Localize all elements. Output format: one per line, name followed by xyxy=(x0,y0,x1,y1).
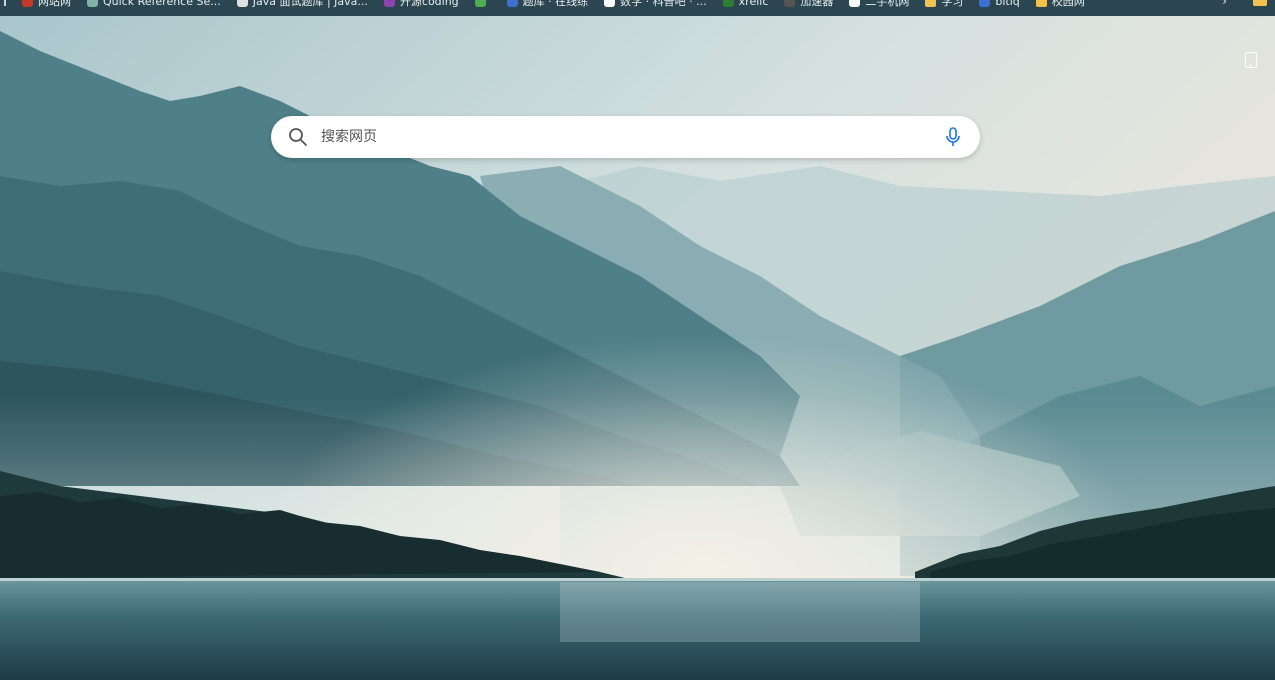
bookmark-item[interactable]: 二手机网 xyxy=(849,0,909,9)
bookmark-label: 网站网 xyxy=(38,0,71,8)
bookmark-item[interactable]: bitiq xyxy=(979,0,1020,9)
bookmark-item[interactable]: Quick Reference Se... xyxy=(87,0,221,9)
bookmark-item[interactable]: xrelic xyxy=(722,0,769,9)
bookmark-list: 网站网 Quick Reference Se... Java 面试题库 | Java… xyxy=(0,0,1085,9)
search-input[interactable] xyxy=(321,116,921,158)
folder-icon xyxy=(1035,0,1047,7)
bookmark-item[interactable]: 网站网 xyxy=(22,0,71,9)
bookmark-label: 开源coding xyxy=(399,0,459,8)
bookmark-icon xyxy=(236,0,248,7)
bookmark-icon xyxy=(784,0,796,7)
bookmark-item[interactable]: 学习 xyxy=(925,0,963,9)
bookmark-label: Quick Reference Se... xyxy=(103,0,221,8)
bookmark-item[interactable]: 加速器 xyxy=(784,0,833,9)
folder-icon xyxy=(925,0,937,7)
bookmark-icon xyxy=(604,0,616,7)
bookmark-icon xyxy=(979,0,991,7)
bookmark-label: 数学 · 科普吧 · ... xyxy=(620,0,707,8)
bookmark-item[interactable]: 开源coding xyxy=(383,0,459,9)
bookmark-icon xyxy=(87,0,98,7)
bookmark-icon xyxy=(383,0,395,7)
bookmark-item[interactable]: Java 面试题库 | Java... xyxy=(236,0,368,9)
bookmark-item[interactable]: 数学 · 科普吧 · ... xyxy=(604,0,707,9)
mobile-device-icon[interactable] xyxy=(1245,52,1257,68)
bookmark-label: 加速器 xyxy=(800,0,834,8)
bookmark-label: 二手机网 xyxy=(865,0,910,8)
bookmark-icon xyxy=(849,0,861,7)
search-box[interactable] xyxy=(271,116,980,158)
bookmark-icon xyxy=(22,0,33,7)
microphone-icon[interactable] xyxy=(944,127,962,147)
bookmark-label: 题库 · 在线练 xyxy=(522,0,589,8)
search-icon[interactable] xyxy=(288,127,308,147)
bookmark-bar: 网站网 Quick Reference Se... Java 面试题库 | Java… xyxy=(0,0,1275,16)
bookmark-label: 校园网 xyxy=(1051,0,1085,8)
bookmark-icon xyxy=(474,0,486,7)
bookmark-label: xrelic xyxy=(738,0,769,8)
chevron-right-icon[interactable]: › xyxy=(1222,0,1227,8)
bookmark-item[interactable]: 校园网 xyxy=(1035,0,1085,9)
bookmark-icon xyxy=(722,0,734,7)
bookmark-item[interactable]: 题库 · 在线练 xyxy=(506,0,589,9)
bookmark-label: Java 面试题库 | Java... xyxy=(252,0,368,8)
bookmark-label: bitiq xyxy=(995,0,1020,8)
bookmark-item[interactable] xyxy=(474,0,491,9)
bookmark-icon xyxy=(506,0,518,7)
bookmark-bar-edge xyxy=(4,0,6,6)
other-bookmarks-folder-icon[interactable] xyxy=(1253,0,1267,6)
bookmark-label: 学习 xyxy=(941,0,964,8)
